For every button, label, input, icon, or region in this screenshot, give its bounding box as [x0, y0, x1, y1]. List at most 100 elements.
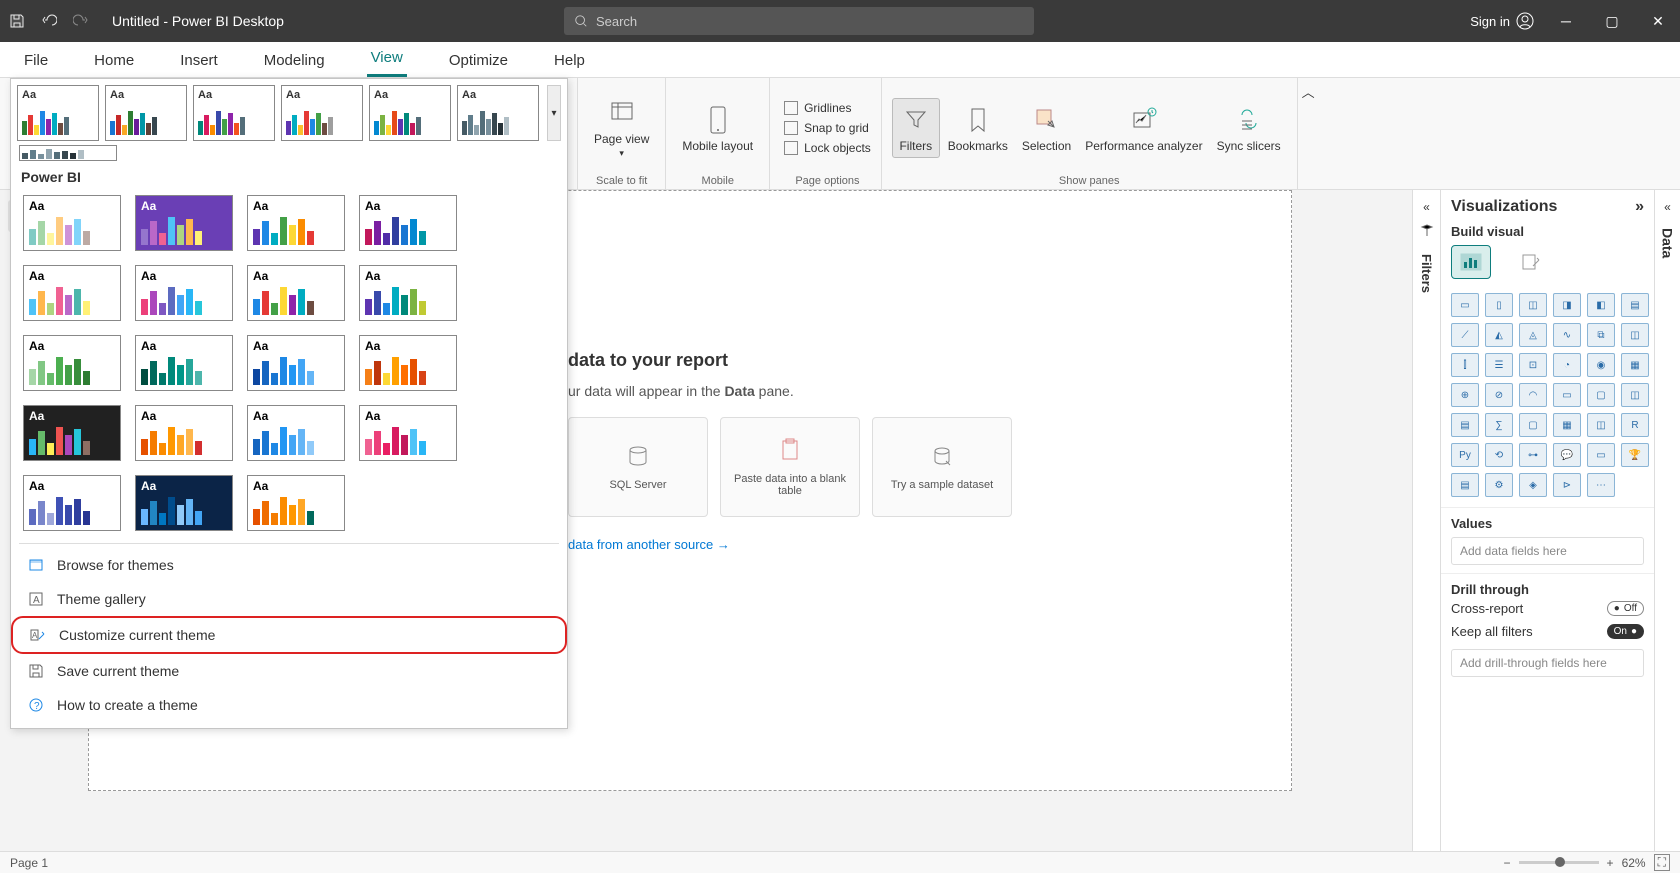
expand-data-icon[interactable]: «	[1664, 200, 1671, 214]
viz-type-button[interactable]: ◭	[1485, 323, 1513, 347]
theme-swatch[interactable]: Aa	[23, 265, 121, 321]
page-indicator[interactable]: Page 1	[10, 856, 48, 870]
viz-type-button[interactable]: ◬	[1519, 323, 1547, 347]
close-button[interactable]: ✕	[1644, 7, 1672, 35]
viz-type-button[interactable]: R	[1621, 413, 1649, 437]
menu-file[interactable]: File	[20, 46, 52, 77]
viz-type-button[interactable]: ⊶	[1519, 443, 1547, 467]
card-sql-server[interactable]: SQL Server	[568, 417, 708, 517]
card-paste-data[interactable]: Paste data into a blank table	[720, 417, 860, 517]
theme-swatch[interactable]: Aa	[135, 265, 233, 321]
theme-swatch[interactable]: Aa	[135, 335, 233, 391]
theme-swatch[interactable]: Aa	[135, 195, 233, 251]
viz-type-button[interactable]: ⊡	[1519, 353, 1547, 377]
mobile-layout-button[interactable]: Mobile layout	[676, 99, 759, 157]
theme-swatch[interactable]: Aa	[281, 85, 363, 141]
snap-checkbox[interactable]: Snap to grid	[784, 120, 869, 136]
viz-type-button[interactable]: ▢	[1519, 413, 1547, 437]
theme-swatch[interactable]: Aa	[247, 195, 345, 251]
theme-swatch[interactable]: Aa	[359, 195, 457, 251]
theme-swatch[interactable]: Aa	[247, 475, 345, 531]
viz-type-button[interactable]: ▭	[1553, 383, 1581, 407]
menu-insert[interactable]: Insert	[176, 46, 222, 77]
theme-swatch[interactable]: Aa	[247, 265, 345, 321]
viz-type-button[interactable]: ◈	[1519, 473, 1547, 497]
viz-type-button[interactable]: ⋯	[1587, 473, 1615, 497]
expand-filters-icon[interactable]: «	[1423, 200, 1430, 214]
viz-type-button[interactable]: 💬	[1553, 443, 1581, 467]
data-pane-collapsed[interactable]: « Data	[1654, 190, 1680, 851]
viz-type-button[interactable]: ◠	[1519, 383, 1547, 407]
collapse-viz-icon[interactable]: »	[1635, 198, 1644, 216]
filters-pane-button[interactable]: Filters	[892, 98, 940, 158]
howto-theme-action[interactable]: ?How to create a theme	[11, 688, 567, 722]
menu-help[interactable]: Help	[550, 46, 589, 77]
drill-dropzone[interactable]: Add drill-through fields here	[1451, 649, 1644, 677]
menu-modeling[interactable]: Modeling	[260, 46, 329, 77]
viz-type-button[interactable]: ∿	[1553, 323, 1581, 347]
format-visual-mode[interactable]	[1511, 245, 1551, 279]
viz-type-button[interactable]: ☰	[1485, 353, 1513, 377]
theme-mini-swatch[interactable]	[19, 145, 117, 161]
bookmarks-pane-button[interactable]: Bookmarks	[942, 99, 1014, 157]
theme-gallery-action[interactable]: ATheme gallery	[11, 582, 567, 616]
save-icon[interactable]	[8, 12, 26, 30]
zoom-out[interactable]: −	[1504, 856, 1511, 870]
zoom-in[interactable]: +	[1607, 856, 1614, 870]
viz-type-button[interactable]: ▤	[1451, 473, 1479, 497]
viz-type-button[interactable]: ⊕	[1451, 383, 1479, 407]
viz-type-button[interactable]: ⊳	[1553, 473, 1581, 497]
filters-pane-collapsed[interactable]: « Filters	[1412, 190, 1440, 851]
viz-type-button[interactable]: ◫	[1519, 293, 1547, 317]
viz-type-button[interactable]: ▤	[1621, 293, 1649, 317]
viz-type-button[interactable]: ⫿	[1451, 353, 1479, 377]
theme-swatch[interactable]: Aa	[369, 85, 451, 141]
keep-filters-toggle[interactable]: On ●	[1607, 624, 1644, 639]
menu-home[interactable]: Home	[90, 46, 138, 77]
viz-type-button[interactable]: ⚙	[1485, 473, 1513, 497]
viz-type-button[interactable]: 🏆	[1621, 443, 1649, 467]
undo-icon[interactable]	[40, 12, 58, 30]
save-theme-action[interactable]: Save current theme	[11, 654, 567, 688]
signin-button[interactable]: Sign in	[1470, 12, 1534, 30]
viz-type-button[interactable]: ⟋	[1451, 323, 1479, 347]
viz-type-button[interactable]: ▤	[1451, 413, 1479, 437]
page-view-button[interactable]: Page view▾	[588, 92, 655, 163]
selection-pane-button[interactable]: Selection	[1016, 99, 1077, 157]
viz-type-button[interactable]: ∑	[1485, 413, 1513, 437]
viz-type-button[interactable]: ⊘	[1485, 383, 1513, 407]
viz-type-button[interactable]: ⧉	[1587, 323, 1615, 347]
viz-type-button[interactable]: ▯	[1485, 293, 1513, 317]
viz-type-button[interactable]: Py	[1451, 443, 1479, 467]
theme-swatch[interactable]: Aa	[247, 405, 345, 461]
viz-type-button[interactable]: ◫	[1587, 413, 1615, 437]
viz-type-button[interactable]: ◉	[1587, 353, 1615, 377]
viz-type-button[interactable]: ◫	[1621, 323, 1649, 347]
theme-swatch[interactable]: Aa	[23, 475, 121, 531]
card-sample-dataset[interactable]: Try a sample dataset	[872, 417, 1012, 517]
fit-page-icon[interactable]: ⛶	[1654, 854, 1670, 871]
zoom-slider[interactable]	[1519, 861, 1599, 864]
theme-swatch[interactable]: Aa	[135, 405, 233, 461]
viz-type-button[interactable]: ◔	[1553, 353, 1581, 377]
theme-swatch[interactable]: Aa	[247, 335, 345, 391]
viz-type-button[interactable]: ▭	[1587, 443, 1615, 467]
redo-icon[interactable]	[72, 12, 90, 30]
sync-slicers-button[interactable]: Sync slicers	[1211, 99, 1287, 157]
build-visual-mode[interactable]	[1451, 245, 1491, 279]
theme-swatch[interactable]: Aa	[359, 405, 457, 461]
theme-swatch[interactable]: Aa	[193, 85, 275, 141]
performance-analyzer-button[interactable]: Performance analyzer	[1079, 99, 1208, 157]
search-box[interactable]: Search	[564, 7, 1034, 35]
values-dropzone[interactable]: Add data fields here	[1451, 537, 1644, 565]
viz-type-button[interactable]: ▦	[1621, 353, 1649, 377]
theme-swatch[interactable]: Aa	[359, 265, 457, 321]
viz-type-button[interactable]: ◫	[1621, 383, 1649, 407]
minimize-button[interactable]: ─	[1552, 7, 1580, 35]
browse-themes-action[interactable]: Browse for themes	[11, 548, 567, 582]
another-source-link[interactable]: data from another source →	[568, 537, 1068, 552]
theme-swatch[interactable]: Aa	[135, 475, 233, 531]
menu-optimize[interactable]: Optimize	[445, 46, 512, 77]
viz-type-button[interactable]: ▦	[1553, 413, 1581, 437]
theme-swatch[interactable]: Aa	[17, 85, 99, 141]
